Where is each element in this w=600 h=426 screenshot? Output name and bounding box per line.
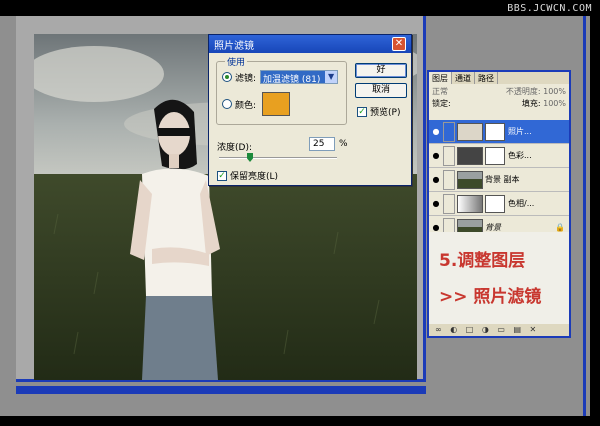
filter-select[interactable]: 加温滤镜 (81) ▼ <box>260 70 339 85</box>
layer-color-balance[interactable]: ● 色彩... <box>429 144 569 168</box>
photo-filter-dialog: 照片滤镜 ✕ 使用 滤镜: 加温滤镜 (81) ▼ 颜色: 好 取消 ✓ 预览(… <box>208 34 412 186</box>
layer-name: 色彩... <box>508 151 532 160</box>
layer-mask-thumbnail[interactable] <box>485 194 505 213</box>
use-group: 使用 滤镜: 加温滤镜 (81) ▼ 颜色: <box>216 55 347 125</box>
keep-luminosity-option[interactable]: ✓ 保留亮度(L) <box>217 169 278 182</box>
cancel-button[interactable]: 取消 <box>355 83 407 98</box>
annotation-box: 5.调整图层 >> 照片滤镜 <box>429 232 569 324</box>
density-slider[interactable] <box>219 153 337 162</box>
preview-label: 预览(P) <box>370 108 401 118</box>
lock-row: 锁定: 填充: 100% <box>429 96 569 108</box>
ok-button[interactable]: 好 <box>355 63 407 78</box>
canvas-scroll-bar[interactable] <box>16 386 426 394</box>
opacity-value[interactable]: 100% <box>543 87 566 96</box>
adjustment-icon <box>457 194 483 213</box>
watermark: BBS.JCWCN.COM <box>507 3 592 14</box>
layer-photo-filter[interactable]: ● 照片... <box>429 120 569 144</box>
color-option[interactable]: 颜色: <box>222 92 291 116</box>
keep-luminosity-label: 保留亮度(L) <box>230 172 279 182</box>
dialog-title: 照片滤镜 <box>214 40 254 52</box>
layer-name: 照片... <box>508 127 532 136</box>
blend-mode-select[interactable]: 正常 <box>432 86 448 96</box>
layer-name: 色相/... <box>508 199 535 208</box>
color-label: 颜色: <box>235 100 257 111</box>
layer-mask-thumbnail[interactable] <box>485 122 505 141</box>
layer-name: 背景 副本 <box>485 175 520 184</box>
panel-footer-icons[interactable]: ∞ ◐ □ ◑ ▭ ▤ ✕ <box>429 324 569 336</box>
density-label: 浓度(D): <box>217 143 252 153</box>
close-icon[interactable]: ✕ <box>392 37 406 51</box>
annotation-step: 5.调整图层 <box>439 251 526 271</box>
blend-row: 正常 不透明度: 100% <box>429 84 569 96</box>
filter-radio[interactable] <box>222 72 232 82</box>
filter-option[interactable]: 滤镜: 加温滤镜 (81) ▼ <box>222 70 339 85</box>
screen-frame: BBS.JCWCN.COM 照片滤镜 ✕ 使用 滤镜: 加温滤镜 (81) ▼ … <box>0 0 600 426</box>
preview-option[interactable]: ✓ 预览(P) <box>357 105 400 118</box>
fill-value[interactable]: 100% <box>543 99 566 108</box>
eye-icon[interactable]: ● <box>429 199 443 208</box>
layer-thumbnail <box>457 170 483 189</box>
annotation-filter: >> 照片滤镜 <box>439 287 542 307</box>
tab-layers[interactable]: 图层 <box>429 72 452 84</box>
dialog-titlebar[interactable]: 照片滤镜 ✕ <box>209 35 411 53</box>
adjustment-icon <box>457 122 483 141</box>
preview-checkbox[interactable]: ✓ <box>357 106 367 117</box>
color-radio[interactable] <box>222 99 232 109</box>
fill-label: 填充: <box>521 99 541 108</box>
layer-background-copy[interactable]: ● 背景 副本 <box>429 168 569 192</box>
chevron-down-icon[interactable]: ▼ <box>325 71 338 83</box>
layers-list: ● 照片... ● 色彩... ● 背景 副本 ● 色相/... ● 背景 🔒 <box>429 120 569 240</box>
layer-hue-saturation[interactable]: ● 色相/... <box>429 192 569 216</box>
layer-mask-thumbnail[interactable] <box>485 146 505 165</box>
tab-paths[interactable]: 路径 <box>475 72 498 84</box>
eye-icon[interactable]: ● <box>429 175 443 184</box>
filter-label: 滤镜: <box>235 73 257 84</box>
lock-icon: 🔒 <box>555 223 565 232</box>
tab-channels[interactable]: 通道 <box>452 72 475 84</box>
eye-icon[interactable]: ● <box>429 127 443 136</box>
opacity-label: 不透明度: <box>505 87 541 96</box>
adjustment-icon <box>457 146 483 165</box>
layer-link-icon[interactable] <box>443 121 455 142</box>
color-swatch[interactable] <box>262 92 291 116</box>
layer-link-icon[interactable] <box>443 193 455 214</box>
density-input[interactable]: 25 <box>309 137 335 151</box>
panel-tabs: 图层 通道 路径 <box>429 72 569 84</box>
eye-icon[interactable]: ● <box>429 151 443 160</box>
workspace-edge-bar <box>583 16 586 416</box>
use-group-label: 使用 <box>225 55 248 68</box>
density-unit: % <box>339 139 348 149</box>
slider-thumb[interactable] <box>247 153 253 162</box>
lock-label: 锁定: <box>432 99 451 108</box>
filter-select-value: 加温滤镜 (81) <box>263 75 321 85</box>
layer-link-icon[interactable] <box>443 169 455 190</box>
layers-panel: 图层 通道 路径 正常 不透明度: 100% 锁定: 填充: 100% ● 照片… <box>427 70 571 338</box>
eye-icon[interactable]: ● <box>429 223 443 232</box>
layer-link-icon[interactable] <box>443 145 455 166</box>
keep-luminosity-checkbox[interactable]: ✓ <box>217 170 227 181</box>
